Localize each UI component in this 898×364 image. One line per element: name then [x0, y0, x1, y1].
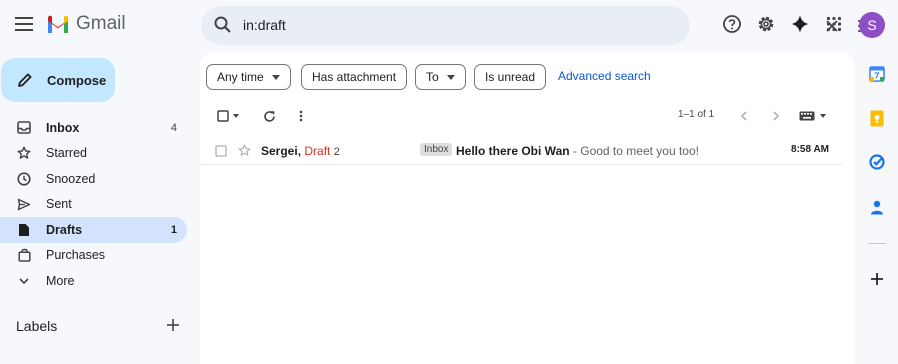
advanced-search-link[interactable]: Advanced search — [558, 69, 651, 83]
input-tools-button[interactable] — [796, 108, 828, 124]
chip-label: To — [426, 70, 439, 84]
sidebar-item-snoozed[interactable]: Snoozed — [0, 166, 187, 192]
main-menu-button[interactable] — [8, 8, 40, 40]
help-icon — [723, 15, 741, 33]
chip-label: Is unread — [485, 70, 536, 84]
caret-down-icon — [819, 114, 826, 118]
message-sender: Sergei, Draft 2 — [261, 144, 340, 158]
refresh-button[interactable] — [261, 108, 277, 124]
apps-grid-icon — [826, 16, 842, 32]
sidebar-item-label: Drafts — [46, 222, 83, 237]
account-avatar[interactable]: S — [859, 12, 885, 38]
add-label-icon[interactable] — [165, 317, 181, 333]
label-badge[interactable]: Inbox — [420, 143, 453, 156]
sidebar-item-label: Starred — [46, 146, 87, 161]
inbox-icon — [16, 120, 32, 136]
chevron-right-icon — [773, 111, 780, 121]
sidebar-nav: Inbox 4 Starred Snoozed Sent Drafts 1 Pu… — [0, 115, 195, 294]
clock-icon — [16, 171, 32, 187]
gemini-button[interactable] — [788, 12, 812, 36]
chevron-down-icon — [16, 273, 32, 289]
more-actions-button[interactable] — [293, 108, 309, 124]
settings-button[interactable] — [754, 12, 778, 36]
sidebar-item-label: Inbox — [46, 120, 80, 135]
sidebar-item-inbox[interactable]: Inbox 4 — [0, 115, 187, 141]
pencil-icon — [18, 73, 32, 87]
sidebar-item-more[interactable]: More — [0, 268, 187, 294]
message-time: 8:58 AM — [791, 144, 829, 155]
any-time-filter[interactable]: Any time — [206, 64, 291, 90]
caret-down-icon — [271, 74, 280, 80]
checkbox-icon — [217, 110, 229, 122]
get-addons-button[interactable] — [868, 270, 886, 288]
draft-count: 1 — [170, 223, 177, 236]
draft-icon — [16, 222, 32, 238]
compose-button[interactable]: Compose — [1, 58, 115, 102]
main-panel: Any time Has attachment To Is unread Adv… — [200, 52, 855, 364]
to-filter[interactable]: To — [415, 64, 466, 90]
sidebar-item-label: Snoozed — [46, 171, 96, 186]
next-page-button[interactable] — [768, 108, 784, 124]
top-bar: Gmail S — [0, 0, 898, 52]
chip-label: Any time — [217, 70, 264, 84]
unread-count: 4 — [170, 121, 177, 134]
sidebar-item-label: Purchases — [46, 248, 106, 263]
labels-heading: Labels — [16, 318, 58, 334]
calendar-addon[interactable] — [868, 65, 886, 83]
caret-down-icon — [446, 74, 455, 80]
draft-label: Draft — [304, 144, 331, 158]
contacts-addon[interactable] — [868, 198, 886, 216]
message-subject: Hello there Obi Wan - Good to meet you t… — [456, 144, 699, 158]
star-icon — [16, 145, 32, 161]
chip-label: Has attachment — [312, 70, 397, 84]
message-snippet: - Good to meet you too! — [569, 144, 699, 158]
sidebar-item-sent[interactable]: Sent — [0, 192, 187, 218]
pagination-text: 1–1 of 1 — [678, 109, 715, 120]
chevron-left-icon — [740, 111, 747, 121]
refresh-icon — [263, 110, 275, 122]
sparkle-icon — [791, 15, 809, 33]
select-all-checkbox[interactable] — [215, 108, 231, 124]
keep-addon[interactable] — [868, 109, 886, 127]
gmail-logo[interactable]: Gmail — [46, 13, 126, 35]
keep-icon — [870, 110, 884, 126]
has-attachment-filter[interactable]: Has attachment — [301, 64, 408, 90]
rail-divider — [868, 243, 886, 244]
apps-button[interactable] — [822, 12, 846, 36]
thread-count: 2 — [333, 146, 340, 158]
keyboard-icon — [799, 111, 814, 121]
hamburger-menu-icon — [15, 17, 33, 31]
bag-icon — [16, 247, 32, 263]
is-unread-filter[interactable]: Is unread — [474, 64, 547, 90]
gear-icon — [758, 16, 774, 32]
gmail-wordmark: Gmail — [76, 13, 126, 34]
star-icon[interactable] — [238, 144, 251, 157]
sidebar-item-purchases[interactable]: Purchases — [0, 243, 187, 269]
plus-icon — [871, 273, 883, 285]
search-input[interactable] — [243, 14, 603, 36]
tasks-icon — [869, 154, 885, 170]
prev-page-button[interactable] — [736, 108, 752, 124]
tasks-addon[interactable] — [868, 153, 886, 171]
sidebar-item-label: More — [46, 273, 75, 288]
select-menu-button[interactable] — [231, 108, 241, 124]
search-bar — [201, 6, 874, 45]
sidebar-item-starred[interactable]: Starred — [0, 141, 187, 167]
compose-label: Compose — [47, 72, 107, 88]
caret-down-icon — [233, 114, 239, 118]
help-button[interactable] — [720, 12, 744, 36]
calendar-icon — [869, 66, 885, 82]
gmail-m-icon — [48, 15, 68, 33]
search-icon[interactable] — [213, 15, 233, 35]
more-vert-icon — [299, 110, 303, 122]
row-checkbox[interactable] — [215, 145, 227, 157]
sender-name: Sergei — [261, 144, 298, 158]
subject-text: Hello there Obi Wan — [456, 144, 570, 158]
sidebar-item-label: Sent — [46, 197, 72, 212]
sidebar-item-drafts[interactable]: Drafts 1 — [0, 217, 187, 243]
contacts-icon — [871, 200, 883, 214]
send-icon — [16, 196, 32, 212]
table-row[interactable]: Sergei, Draft 2 Inbox Hello there Obi Wa… — [200, 137, 843, 165]
